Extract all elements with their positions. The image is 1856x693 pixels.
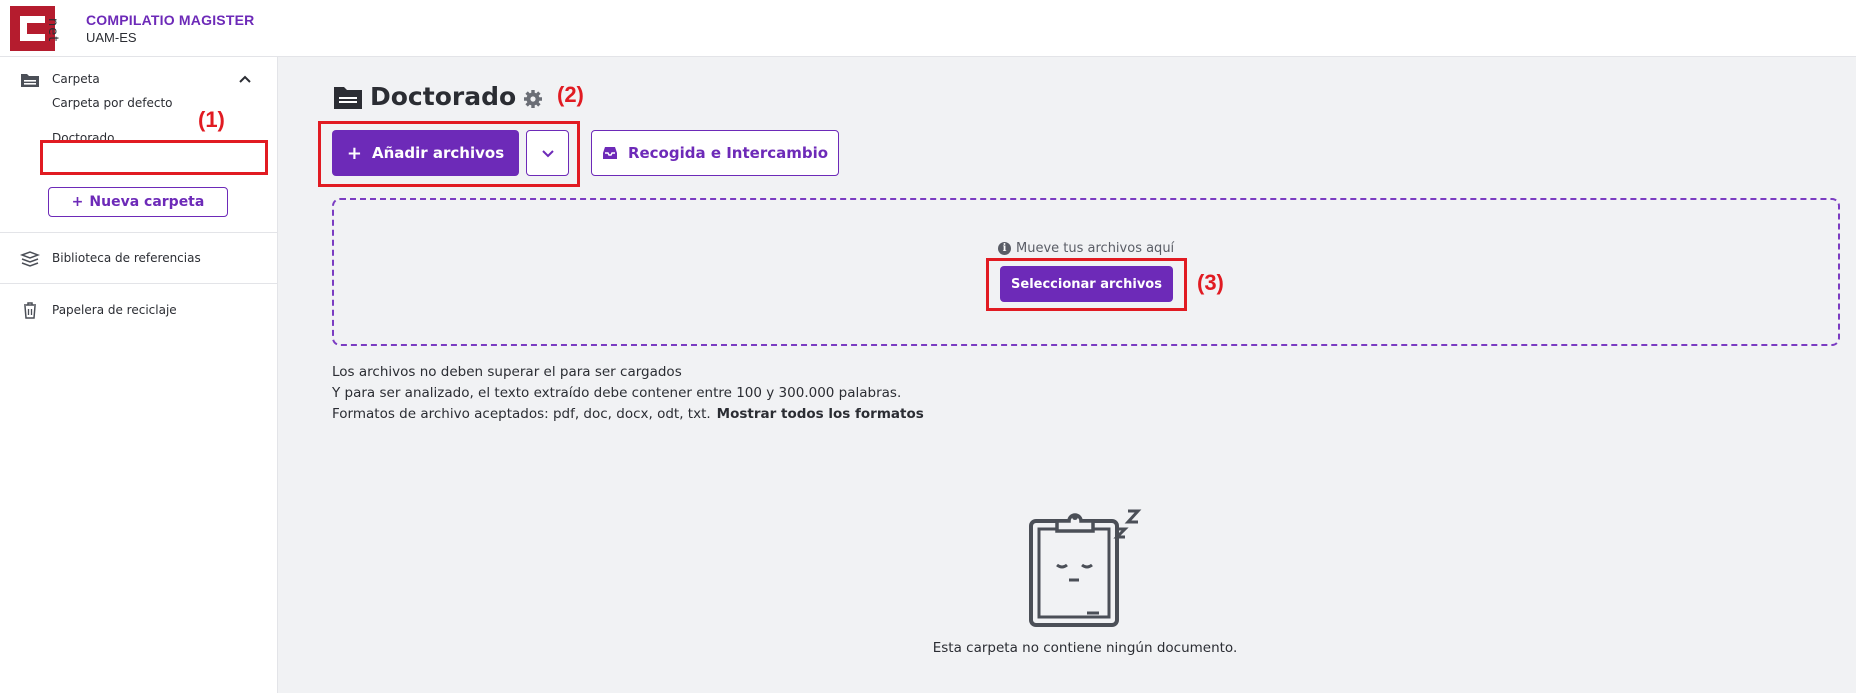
collect-exchange-button[interactable]: Recogida e Intercambio bbox=[591, 130, 839, 176]
annotation-label-1: (1) bbox=[198, 107, 225, 132]
info-line-size: Los archivos no deben superar el para se… bbox=[332, 364, 682, 380]
annotation-box-1 bbox=[40, 140, 268, 175]
logo-c-shape bbox=[20, 16, 45, 41]
folder-section-label: Carpeta bbox=[52, 72, 100, 86]
trash-label: Papelera de reciclaje bbox=[52, 303, 177, 317]
folder-section-header[interactable]: Carpeta bbox=[0, 69, 278, 91]
add-files-dropdown-button[interactable] bbox=[526, 130, 569, 176]
app-header: net COMPILATIO MAGISTER UAM-ES bbox=[0, 0, 1856, 57]
show-formats-link[interactable]: Mostrar todos los formatos bbox=[717, 406, 924, 422]
annotation-label-2: (2) bbox=[557, 82, 584, 107]
app-title: COMPILATIO MAGISTER bbox=[86, 12, 255, 28]
folder-icon bbox=[334, 87, 362, 109]
gear-icon[interactable] bbox=[522, 88, 544, 110]
empty-folder-message: Esta carpeta no contiene ningún document… bbox=[932, 640, 1238, 656]
drop-hint-text: Mueve tus archivos aquí bbox=[1016, 241, 1175, 256]
add-files-label: Añadir archivos bbox=[371, 144, 505, 162]
info-line-formats: Formatos de archivo aceptados: pdf, doc,… bbox=[332, 406, 711, 422]
logo-net-text: net bbox=[45, 4, 74, 54]
collect-exchange-label: Recogida e Intercambio bbox=[627, 144, 829, 162]
sidebar-item-references[interactable]: Biblioteca de referencias bbox=[0, 248, 278, 270]
drop-hint: i Mueve tus archivos aquí bbox=[998, 241, 1174, 256]
logo-net-label: net bbox=[45, 18, 60, 43]
plus-icon: + bbox=[71, 194, 84, 210]
info-line-formats-row: Formatos de archivo aceptados: pdf, doc,… bbox=[332, 404, 924, 425]
sidebar-divider bbox=[0, 283, 278, 284]
books-stack-icon bbox=[20, 251, 40, 267]
new-folder-label: Nueva carpeta bbox=[89, 194, 205, 210]
add-files-button[interactable]: + Añadir archivos bbox=[332, 130, 519, 176]
app-subtitle: UAM-ES bbox=[86, 30, 137, 45]
annotation-box-3 bbox=[986, 258, 1187, 311]
upload-requirements: Los archivos no deben superar el para se… bbox=[332, 362, 924, 425]
folder-icon bbox=[21, 74, 39, 87]
chevron-down-icon bbox=[541, 150, 554, 158]
sidebar-item-default-folder[interactable]: Carpeta por defecto bbox=[52, 96, 173, 110]
plus-icon: + bbox=[346, 142, 362, 164]
sleeping-clipboard-icon bbox=[1029, 509, 1142, 627]
annotation-label-3: (3) bbox=[1197, 270, 1224, 295]
sidebar-divider bbox=[0, 232, 278, 233]
info-line-words: Y para ser analizado, el texto extraído … bbox=[332, 385, 902, 401]
references-label: Biblioteca de referencias bbox=[52, 251, 201, 265]
chevron-up-icon[interactable] bbox=[238, 73, 252, 87]
inbox-icon bbox=[602, 147, 617, 159]
page-title: Doctorado bbox=[370, 82, 517, 111]
new-folder-button[interactable]: + Nueva carpeta bbox=[48, 187, 228, 217]
info-icon: i bbox=[998, 242, 1011, 255]
trash-icon bbox=[24, 302, 36, 319]
sidebar-item-trash[interactable]: Papelera de reciclaje bbox=[0, 300, 278, 322]
